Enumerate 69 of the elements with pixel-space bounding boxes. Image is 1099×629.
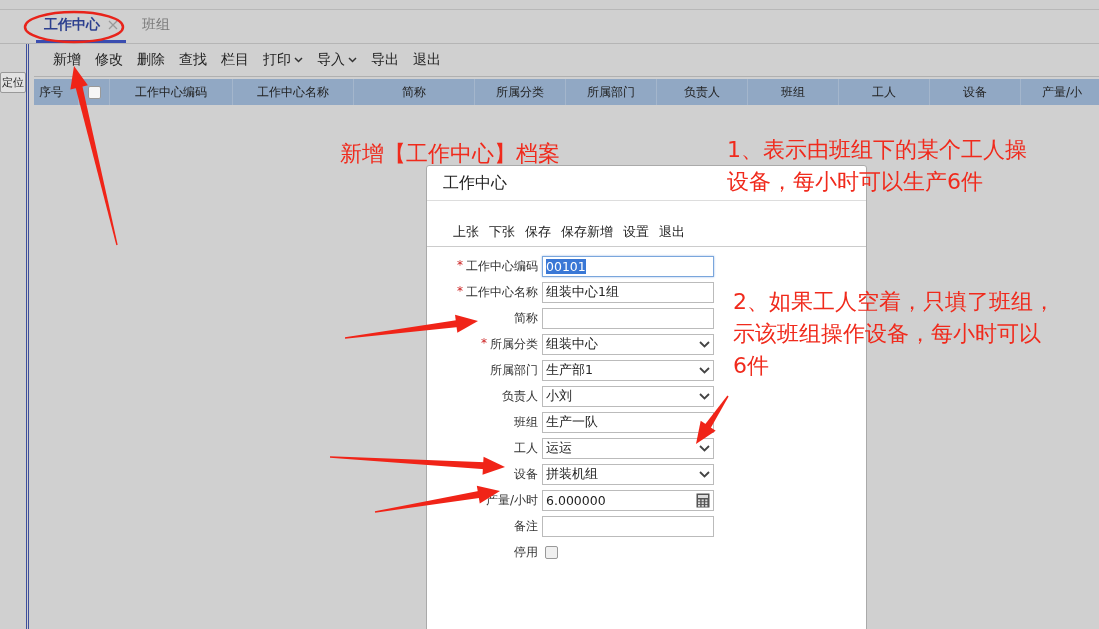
toolbar-button[interactable]: 修改: [91, 49, 127, 71]
column-header: 产量/小: [1041, 83, 1082, 101]
annotation-text: 2、如果工人空着，只填了班组， 示该班组操作设备，每小时可以 6件: [733, 289, 1055, 378]
required-mark: *: [481, 335, 487, 352]
caret-icon: [294, 57, 303, 63]
chevron-down-icon: [699, 392, 710, 400]
column-header: 班组: [781, 83, 805, 101]
input-field[interactable]: [542, 307, 714, 329]
column-header: 所属部门: [587, 83, 635, 101]
toolbar-button[interactable]: 保存新增: [559, 221, 615, 243]
dialog-title: 工作中心: [443, 172, 507, 194]
toolbar-button[interactable]: 退出: [657, 221, 687, 243]
annotation-text: 新增【工作中心】档案: [340, 141, 560, 166]
toolbar-button[interactable]: 打印: [259, 49, 307, 71]
required-mark: *: [457, 257, 463, 274]
checkbox[interactable]: [545, 545, 558, 559]
field-label: 工人: [514, 439, 538, 457]
tab[interactable]: 工作中心: [36, 16, 126, 43]
column-header: 简称: [402, 83, 426, 101]
column-header: 工作中心名称: [257, 83, 329, 101]
chevron-down-icon: [699, 444, 710, 452]
toolbar-button[interactable]: 退出: [409, 49, 445, 71]
input-field[interactable]: [542, 515, 714, 537]
field-label: 工作中心编码: [466, 257, 538, 275]
calculator-icon[interactable]: [696, 492, 710, 508]
input-field[interactable]: 生产一队: [542, 411, 714, 433]
field-label: 所属分类: [490, 335, 538, 353]
toolbar-button[interactable]: 设置: [621, 221, 651, 243]
column-header: 工作中心编码: [135, 83, 207, 101]
dropdown-field[interactable]: 拼装机组: [542, 463, 714, 485]
toolbar-button[interactable]: 导出: [367, 49, 403, 71]
input-field[interactable]: 组装中心1组: [542, 281, 714, 303]
dropdown-field[interactable]: 运运: [542, 437, 714, 459]
column-header: 工人: [872, 83, 896, 101]
input-field[interactable]: 6.000000: [542, 489, 714, 511]
toolbar-button[interactable]: 上张: [451, 221, 481, 243]
field-label: 工作中心名称: [466, 283, 538, 301]
dropdown-field[interactable]: 小刘: [542, 385, 714, 407]
field-label: 简称: [514, 309, 538, 327]
arrow: [696, 395, 729, 444]
input-field[interactable]: 00101: [542, 255, 714, 277]
chevron-down-icon: [699, 340, 710, 348]
field-label: 所属部门: [490, 361, 538, 379]
column-header: 序号: [39, 83, 63, 101]
chevron-down-icon: [699, 470, 710, 478]
field-label: 设备: [514, 465, 538, 483]
caret-icon: [348, 57, 357, 63]
dropdown-field[interactable]: 生产部1: [542, 359, 714, 381]
field-label: 停用: [514, 543, 538, 561]
close-icon[interactable]: [108, 20, 118, 30]
checkbox[interactable]: [87, 85, 101, 99]
field-label: 负责人: [502, 387, 538, 405]
locate-button[interactable]: 定位: [0, 72, 26, 93]
toolbar-button[interactable]: 栏目: [217, 49, 253, 71]
column-header: 所属分类: [496, 83, 544, 101]
annotation-text: 1、表示由班组下的某个工人操 设备，每小时可以生产6件: [727, 137, 1027, 194]
field-label: 备注: [514, 517, 538, 535]
dropdown-field[interactable]: 组装中心: [542, 333, 714, 355]
column-header: 设备: [963, 83, 987, 101]
chevron-down-icon: [699, 366, 710, 374]
toolbar-button[interactable]: 保存: [523, 221, 553, 243]
required-mark: *: [457, 283, 463, 300]
toolbar-button[interactable]: 查找: [175, 49, 211, 71]
toolbar-button[interactable]: 删除: [133, 49, 169, 71]
column-header: 负责人: [684, 83, 720, 101]
field-label: 班组: [514, 413, 538, 431]
toolbar-button[interactable]: 新增: [49, 49, 85, 71]
toolbar-button[interactable]: 下张: [487, 221, 517, 243]
toolbar-button[interactable]: 导入: [313, 49, 361, 71]
